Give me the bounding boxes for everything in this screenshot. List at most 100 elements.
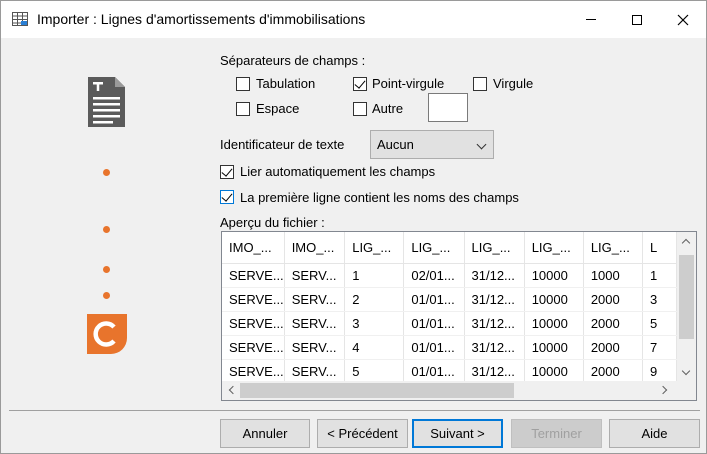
table-cell: 3 — [642, 287, 677, 312]
table-cell: 9 — [642, 359, 677, 381]
autre-separator-input[interactable] — [428, 93, 468, 122]
table-row[interactable]: SERVE... SERV... 1 02/01... 31/12... 100… — [222, 263, 677, 288]
maximize-icon — [632, 14, 642, 25]
table-cell: 2000 — [583, 335, 643, 360]
table-cell: 1000 — [583, 263, 643, 288]
table-cell: 2 — [344, 287, 405, 312]
auto-link-checkbox[interactable] — [220, 165, 234, 179]
preview-table: IMO_... IMO_... LIG_... LIG_... LIG_... … — [222, 232, 677, 381]
table-cell: 10000 — [524, 359, 584, 381]
table-row[interactable]: SERVE... SERV... 4 01/01... 31/12... 100… — [222, 335, 677, 360]
table-cell: 1 — [344, 263, 405, 288]
vertical-scrollbar[interactable] — [677, 232, 696, 381]
table-icon — [12, 12, 28, 26]
column-header[interactable]: LIG_... — [344, 232, 405, 264]
table-cell: 10000 — [524, 287, 584, 312]
autre-label: Autre — [372, 101, 404, 116]
table-cell: SERV... — [284, 335, 346, 360]
maximize-button[interactable] — [614, 1, 660, 38]
column-header[interactable]: LIG_... — [403, 232, 465, 264]
tabulation-checkbox[interactable] — [236, 77, 250, 91]
virgule-checkbox[interactable] — [473, 77, 487, 91]
app-logo-icon — [87, 314, 127, 354]
table-cell: SERVE... — [222, 311, 285, 336]
table-cell: 10000 — [524, 335, 584, 360]
table-cell: SERV... — [284, 311, 346, 336]
table-cell: SERVE... — [222, 335, 285, 360]
window-title: Importer : Lignes d'amortissements d'imm… — [37, 11, 366, 27]
step-dot — [103, 226, 110, 233]
scrollbar-corner — [677, 381, 696, 400]
column-header[interactable]: LIG_... — [583, 232, 643, 264]
point-virgule-checkbox[interactable] — [353, 77, 367, 91]
text-document-icon — [88, 77, 125, 127]
previous-button[interactable]: < Précédent — [317, 419, 408, 448]
table-cell: SERV... — [284, 359, 346, 381]
scroll-up-icon[interactable] — [681, 238, 691, 248]
column-header[interactable]: IMO_... — [222, 232, 285, 264]
column-header[interactable]: L — [642, 232, 677, 264]
column-header[interactable]: LIG_... — [524, 232, 584, 264]
table-cell: 10000 — [524, 311, 584, 336]
table-cell: SERVE... — [222, 263, 285, 288]
scroll-down-icon[interactable] — [681, 366, 691, 376]
table-cell: SERV... — [284, 287, 346, 312]
horizontal-scrollbar[interactable] — [222, 381, 677, 400]
grid-viewport: IMO_... IMO_... LIG_... LIG_... LIG_... … — [222, 232, 677, 381]
auto-link-label: Lier automatiquement les champs — [240, 164, 436, 179]
table-row[interactable]: SERVE... SERV... 5 01/01... 31/12... 100… — [222, 359, 677, 381]
point-virgule-label: Point-virgule — [372, 76, 445, 91]
virgule-label: Virgule — [493, 76, 534, 91]
table-cell: 01/01... — [403, 311, 465, 336]
table-row[interactable]: SERVE... SERV... 2 01/01... 31/12... 100… — [222, 287, 677, 312]
next-button[interactable]: Suivant > — [412, 419, 503, 448]
scroll-left-icon[interactable] — [228, 385, 238, 395]
chevron-down-icon — [476, 139, 487, 150]
minimize-icon — [586, 19, 596, 20]
table-cell: SERVE... — [222, 287, 285, 312]
table-cell: 01/01... — [403, 359, 465, 381]
table-cell: 2000 — [583, 311, 643, 336]
separators-label: Séparateurs de champs : — [220, 53, 366, 68]
autre-checkbox[interactable] — [353, 102, 367, 116]
column-header[interactable]: IMO_... — [284, 232, 346, 264]
step-dot — [103, 169, 110, 176]
espace-checkbox[interactable] — [236, 102, 250, 116]
first-line-names-checkbox[interactable] — [220, 190, 234, 204]
table-cell: 31/12... — [464, 263, 525, 288]
table-cell: 10000 — [524, 263, 584, 288]
cancel-button[interactable]: Annuler — [220, 419, 310, 448]
table-cell: 5 — [642, 311, 677, 336]
file-preview-grid[interactable]: IMO_... IMO_... LIG_... LIG_... LIG_... … — [221, 231, 697, 401]
close-button[interactable] — [660, 1, 706, 38]
table-row[interactable]: SERVE... SERV... 3 01/01... 31/12... 100… — [222, 311, 677, 336]
table-cell: 31/12... — [464, 359, 525, 381]
table-cell: 01/01... — [403, 287, 465, 312]
preview-label: Aperçu du fichier : — [220, 215, 325, 230]
tabulation-label: Tabulation — [256, 76, 316, 91]
text-identifier-value: Aucun — [377, 137, 414, 152]
help-button[interactable]: Aide — [609, 419, 700, 448]
table-cell: 3 — [344, 311, 405, 336]
scroll-right-icon[interactable] — [658, 385, 668, 395]
footer-divider — [9, 410, 700, 411]
table-cell: 2000 — [583, 287, 643, 312]
first-line-names-label: La première ligne contient les noms des … — [240, 190, 519, 205]
minimize-button[interactable] — [568, 1, 614, 38]
vertical-scroll-thumb[interactable] — [679, 255, 694, 339]
table-cell: 1 — [642, 263, 677, 288]
title-bar[interactable]: Importer : Lignes d'amortissements d'imm… — [1, 1, 706, 38]
table-cell: 31/12... — [464, 311, 525, 336]
finish-button[interactable]: Terminer — [511, 419, 602, 448]
table-cell: SERVE... — [222, 359, 285, 381]
table-cell: 31/12... — [464, 287, 525, 312]
step-dot — [103, 266, 110, 273]
table-cell: 4 — [344, 335, 405, 360]
header-row: IMO_... IMO_... LIG_... LIG_... LIG_... … — [222, 232, 677, 264]
table-cell: 2000 — [583, 359, 643, 381]
column-header[interactable]: LIG_... — [464, 232, 525, 264]
import-dialog: Importer : Lignes d'amortissements d'imm… — [0, 0, 707, 454]
horizontal-scroll-thumb[interactable] — [240, 383, 514, 398]
text-identifier-select[interactable]: Aucun — [370, 130, 494, 159]
espace-label: Espace — [256, 101, 300, 116]
